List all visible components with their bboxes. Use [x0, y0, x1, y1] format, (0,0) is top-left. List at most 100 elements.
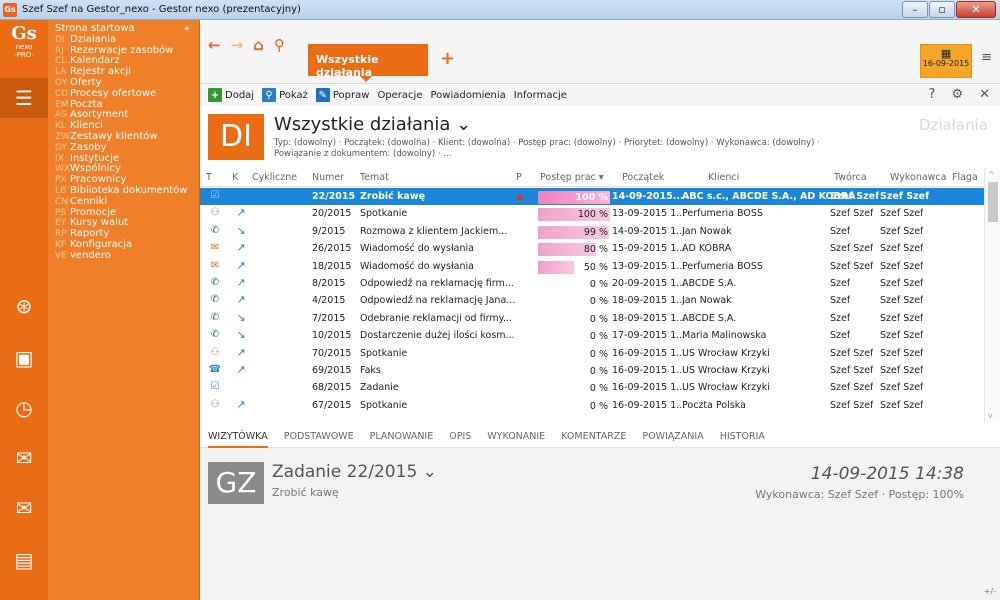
tab-2[interactable]: PLANOWANIE — [370, 428, 434, 447]
mail-send-icon[interactable]: ✉ — [0, 438, 48, 478]
column-header[interactable]: Postęp prac ▾ — [540, 172, 604, 183]
table-row[interactable]: ✆ ↗ 4/2015 Odpowiedź na reklamację Jana... 1… — [200, 292, 984, 309]
menu-item-code: CL — [55, 56, 67, 67]
table-row[interactable]: ✆ ↘ 9/2015 Rozmowa z klientem Jackiem... 14-… — [200, 223, 984, 240]
column-header[interactable]: T — [206, 172, 212, 183]
maximize-button[interactable]: ▫ — [929, 1, 955, 18]
gear-icon[interactable]: ⚙ — [951, 87, 963, 102]
table-row[interactable]: ⚇ ↗ 67/2015 Spotkanie 16-09-2015 1... Poczta … — [200, 397, 984, 414]
cell-start: 16-09-2015 1... — [612, 382, 686, 394]
forward-arrow-icon[interactable]: → — [231, 36, 244, 54]
table-row[interactable]: ✆ ↘ 10/2015 Dostarczenie dużej ilości kosm.… — [200, 327, 984, 344]
tab-0[interactable]: WIZYTÓWKA — [208, 428, 268, 448]
tab-3[interactable]: OPIS — [449, 428, 471, 447]
tab-7[interactable]: HISTORIA — [720, 428, 765, 447]
search-icon[interactable]: ⚲ — [274, 36, 285, 54]
progress-cell: 80 % — [538, 243, 610, 257]
table-row[interactable]: ✆ ↘ 7/2015 Odebranie reklamacji od firmy...… — [200, 310, 984, 327]
cell-clients: US Wrocław Krzyki — [682, 382, 770, 394]
cell-start: 14-09-2015... — [612, 191, 684, 202]
certificate-icon[interactable]: ▤ — [0, 540, 48, 580]
stopwatch-icon[interactable]: ◷ — [0, 388, 48, 428]
column-header[interactable]: Temat — [360, 172, 389, 183]
tab-1[interactable]: PODSTAWOWE — [284, 428, 354, 447]
date-widget[interactable]: ▦ 16-09-2015 — [920, 44, 972, 78]
currency-icon[interactable]: ⊛ — [0, 286, 48, 326]
table-row[interactable]: ☑ 68/2015 Zadanie 16-09-2015 1... US Wrocław… — [200, 379, 984, 396]
cell-topic: Odebranie reklamacji od firmy... — [360, 312, 512, 324]
operations-menu[interactable]: Operacje — [377, 90, 422, 101]
menu-item-label: Działania — [70, 33, 117, 45]
scroll-down-icon[interactable]: v — [988, 411, 993, 420]
table-row[interactable]: ☎ ↗ 69/2015 Faks 16-09-2015 1... US Wrocław K… — [200, 362, 984, 379]
table-row[interactable]: ⚇ ↗ 70/2015 Spotkanie 16-09-2015 1... US Wroc… — [200, 345, 984, 362]
cell-number: 67/2015 — [312, 399, 352, 411]
table-row[interactable]: ✆ ↗ 8/2015 Odpowiedź na reklamację firm... 2… — [200, 275, 984, 292]
column-header[interactable]: Flaga — [952, 172, 978, 183]
hamburger-menu-icon[interactable]: ≡ — [981, 50, 992, 65]
cell-executor: Szef Szef — [880, 208, 924, 220]
page-title[interactable]: Wszystkie działania ⌄ — [274, 114, 471, 135]
filter-summary[interactable]: Typ: (dowolny) · Początek: (dowolna) · K… — [274, 138, 864, 160]
plus-icon: + — [208, 88, 222, 102]
column-header[interactable]: Klienci — [708, 172, 739, 183]
cell-creator: Szef — [830, 330, 851, 342]
close-icon[interactable]: ✕ — [979, 87, 990, 102]
show-button[interactable]: ⚲ Pokaż — [262, 88, 308, 102]
calendar-clock-icon[interactable]: ▣ — [0, 338, 48, 378]
expand-collapse-toggle[interactable]: +/- — [984, 587, 996, 596]
cell-creator: Szef Szef — [830, 364, 874, 376]
progress-bar — [538, 260, 574, 274]
information-menu[interactable]: Informacje — [514, 90, 567, 101]
menu-item-label: Klienci — [70, 120, 103, 132]
column-header[interactable]: Numer — [312, 172, 344, 183]
list-menu-icon[interactable]: ☰ — [0, 78, 48, 118]
envelope-icon[interactable]: ✉ — [0, 488, 48, 528]
tab-wszystkie-dzialania[interactable]: Wszystkie działania — [308, 44, 428, 82]
cell-clients: Perfumeria BOSS — [682, 260, 763, 272]
tab-5[interactable]: KOMENTARZE — [561, 428, 626, 447]
menu-item-code: IX — [55, 153, 64, 164]
logo: Gs nexo -PRO- — [11, 23, 37, 60]
progress-cell: 99 % — [538, 225, 610, 239]
menu-item-code: RP — [55, 229, 67, 240]
menu-item-label: Strona startowa — [55, 23, 135, 34]
add-tab-button[interactable]: + — [440, 48, 455, 69]
close-window-button[interactable]: ✕ — [956, 1, 996, 18]
menu-item-label: Promocje — [70, 206, 117, 218]
cell-number: 7/2015 — [312, 312, 346, 324]
add-button[interactable]: + Dodaj — [208, 88, 254, 102]
outgoing-arrow-icon: ↗ — [236, 241, 246, 255]
notifications-menu[interactable]: Powiadomienia — [430, 90, 505, 101]
table-row[interactable]: ⚇ ↗ 20/2015 Spotkanie 13-09-2015 1... Perfume… — [200, 205, 984, 222]
vertical-scrollbar[interactable]: ^ v — [984, 168, 1000, 422]
cell-creator: Szef Szef — [830, 243, 874, 255]
scroll-up-icon[interactable]: ^ — [988, 170, 995, 179]
tab-6[interactable]: POWIĄZANIA — [642, 428, 703, 447]
table-row[interactable]: ☑ 22/2015 Zrobić kawę 14-09-2015... ABC s.c.… — [200, 188, 984, 206]
help-icon[interactable]: ? — [929, 87, 936, 102]
table-row[interactable]: ✉ ↗ 18/2015 Wiadomość do wysłania 13-09-2015… — [200, 258, 984, 275]
menu-item-label: Zestawy klientów — [70, 130, 158, 142]
progress-value: 0 % — [589, 331, 608, 343]
pin-icon[interactable]: ✦ — [183, 24, 191, 35]
minimize-button[interactable]: – — [902, 1, 928, 18]
cell-executor: Szef Szef — [880, 260, 924, 272]
home-icon[interactable]: ⌂ — [253, 36, 264, 54]
detail-title[interactable]: Zadanie 22/2015 ⌄ — [272, 462, 437, 482]
menu-item[interactable]: VE vendero — [48, 250, 199, 262]
back-arrow-icon[interactable]: ← — [208, 36, 221, 54]
column-header[interactable]: Cykliczne — [252, 172, 297, 183]
cell-start: 18-09-2015 1... — [612, 312, 686, 324]
table-header: T K Cykliczne Numer Temat P Postęp prac ▾ Począ… — [200, 168, 984, 187]
outgoing-arrow-icon: ↗ — [236, 206, 246, 220]
scroll-thumb[interactable] — [988, 182, 998, 222]
column-header[interactable]: Początek — [622, 172, 664, 183]
tab-4[interactable]: WYKONANIE — [487, 428, 545, 447]
column-header[interactable]: P — [516, 172, 522, 183]
table-row[interactable]: ✉ ↗ 26/2015 Wiadomość do wysłania 15-09-2015… — [200, 240, 984, 257]
edit-button[interactable]: ✎ Popraw — [315, 88, 369, 102]
column-header[interactable]: Wykonawca — [890, 172, 946, 183]
column-header[interactable]: Twórca — [834, 172, 867, 183]
column-header[interactable]: K — [232, 172, 238, 183]
